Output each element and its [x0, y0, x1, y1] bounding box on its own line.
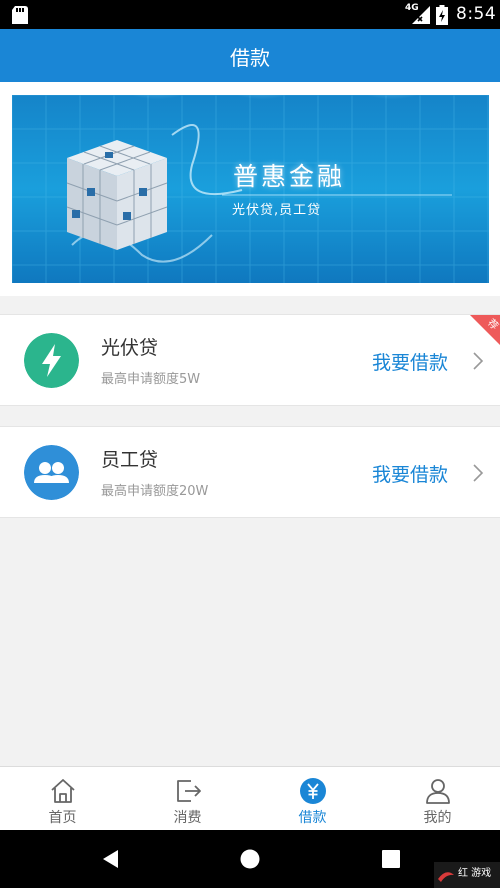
- tab-consume[interactable]: 消费: [125, 767, 250, 831]
- bottom-tab-bar: 首页 消费 借款 我的: [0, 766, 500, 830]
- home-icon: [51, 779, 75, 803]
- banner-subtitle: 光伏贷,员工贷: [232, 203, 322, 218]
- tab-mine[interactable]: 我的: [375, 767, 500, 831]
- clock: 8:54: [456, 4, 497, 24]
- signal-icon: [412, 6, 430, 24]
- recommend-badge: 荐: [470, 315, 500, 345]
- apply-loan-button[interactable]: 我要借款: [372, 348, 448, 375]
- recents-icon[interactable]: [381, 849, 401, 869]
- tab-label: 消费: [173, 810, 202, 826]
- tab-loan[interactable]: 借款: [250, 767, 375, 831]
- banner-section: 普惠金融 光伏贷,员工贷: [0, 82, 500, 296]
- user-icon: [426, 779, 450, 804]
- loan-card-employee[interactable]: 员工贷 最高申请额度20W 我要借款: [0, 426, 500, 518]
- tab-label: 借款: [298, 810, 327, 826]
- home-nav-icon[interactable]: [240, 849, 260, 869]
- tab-label: 我的: [423, 810, 452, 826]
- back-icon[interactable]: [100, 849, 120, 869]
- loan-name: 员工贷: [101, 449, 159, 471]
- loan-limit: 最高申请额度5W: [101, 372, 201, 387]
- chevron-right-icon: [473, 464, 484, 482]
- users-icon: [24, 445, 79, 500]
- battery-icon: [436, 5, 448, 25]
- apply-loan-button[interactable]: 我要借款: [372, 460, 448, 487]
- exit-icon: [177, 780, 201, 802]
- chevron-right-icon: [473, 352, 484, 370]
- tab-label: 首页: [48, 810, 77, 826]
- system-nav-bar: [0, 830, 500, 888]
- watermark-text: 红 游戏: [458, 868, 492, 879]
- loan-card-photovoltaic[interactable]: 光伏贷 最高申请额度5W 我要借款 荐: [0, 314, 500, 406]
- sd-card-icon: [12, 6, 28, 24]
- banner-title: 普惠金融: [233, 162, 346, 191]
- app-header: 借款: [0, 29, 500, 82]
- watermark: 红 游戏: [434, 862, 500, 888]
- loan-name: 光伏贷: [101, 337, 159, 359]
- loan-limit: 最高申请额度20W: [101, 484, 209, 499]
- promo-banner[interactable]: 普惠金融 光伏贷,员工贷: [12, 95, 489, 283]
- tab-home[interactable]: 首页: [0, 767, 125, 831]
- watermark-logo-icon: [438, 872, 454, 882]
- lightning-icon: [24, 333, 79, 388]
- page-title: 借款: [230, 46, 270, 70]
- yuan-icon: [300, 778, 326, 804]
- status-bar: 4G 8:54: [0, 0, 500, 29]
